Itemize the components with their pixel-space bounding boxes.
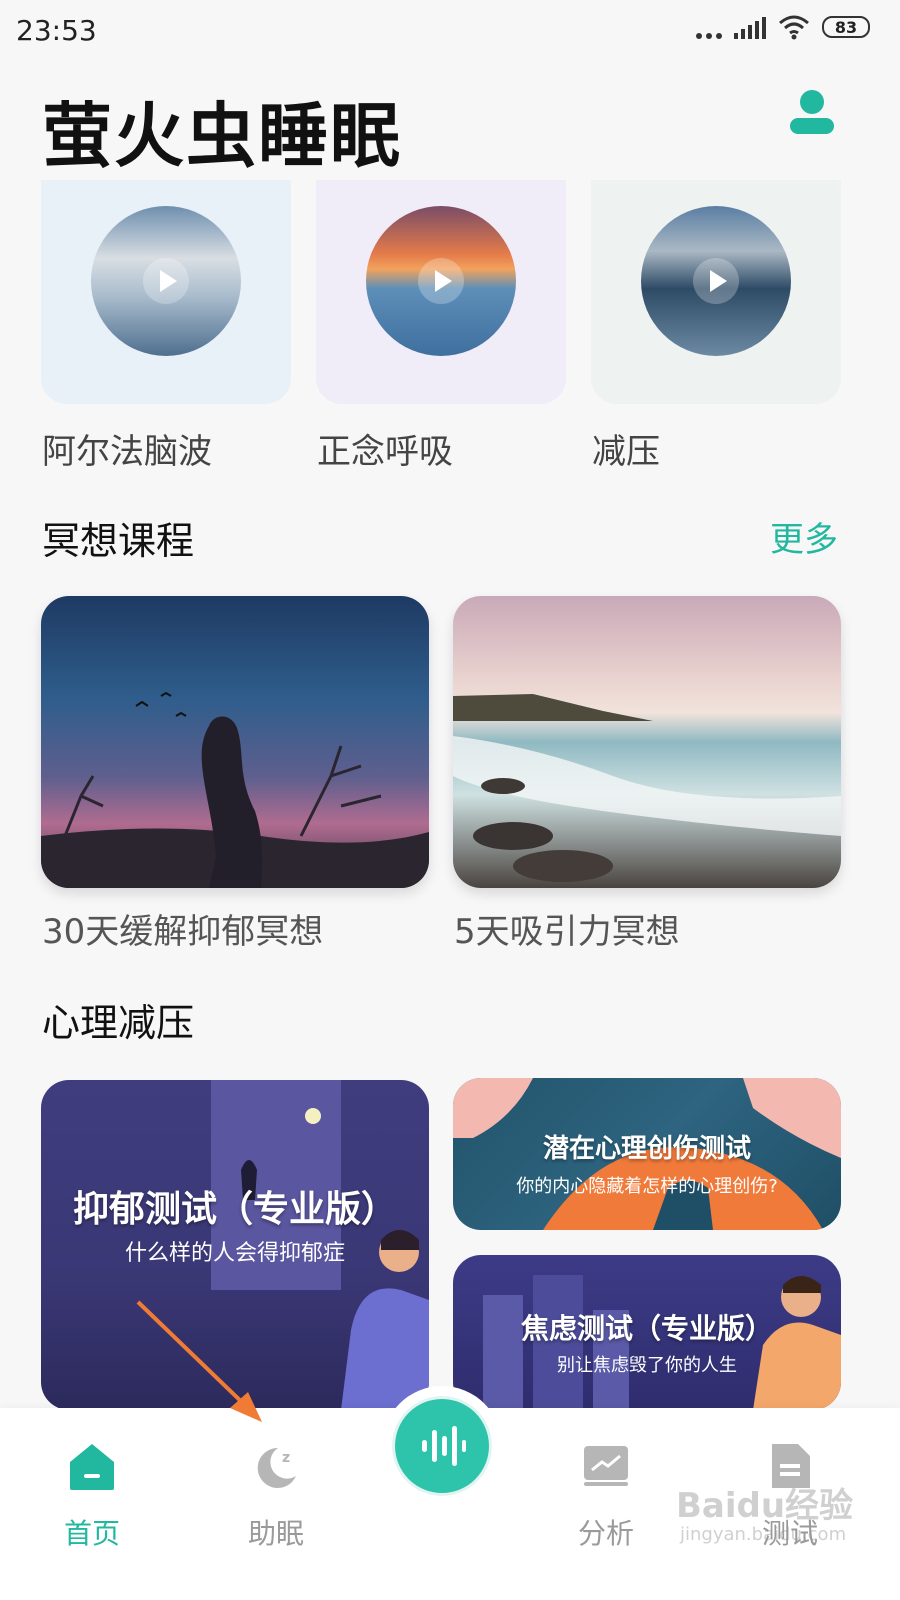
nav-label-home: 首页 [63, 1517, 120, 1550]
course-card-depression[interactable] [41, 596, 429, 888]
course-label-attraction: 5天吸引力冥想 [454, 912, 680, 952]
watermark-url: jingyan.baidu.com [680, 1524, 847, 1545]
sound-label-alpha: 阿尔法脑波 [42, 432, 212, 472]
nav-analysis[interactable]: 分析 [546, 1438, 666, 1552]
sound-cover-relax [641, 206, 791, 356]
test-subtitle-trauma: 你的内心隐藏着怎样的心理创伤? [516, 1176, 778, 1197]
test-card-anxiety[interactable]: 焦虑测试（专业版） 别让焦虑毁了你的人生 [453, 1255, 841, 1410]
status-time: 23:53 [16, 14, 97, 47]
svg-text:z: z [282, 1450, 290, 1466]
status-icons: 83 [696, 14, 870, 40]
course-label-depression: 30天缓解抑郁冥想 [42, 912, 324, 952]
more-link[interactable]: 更多 [770, 512, 838, 561]
test-card-trauma[interactable]: 潜在心理创伤测试 你的内心隐藏着怎样的心理创伤? [453, 1078, 841, 1230]
nav-label-sleep: 助眠 [247, 1517, 304, 1550]
sound-card-mindful[interactable] [316, 180, 566, 404]
play-icon[interactable] [143, 258, 189, 304]
more-dots-icon [696, 15, 722, 39]
psychology-section-title: 心理减压 [42, 1001, 195, 1045]
signal-icon [734, 15, 766, 39]
home-icon [70, 1444, 114, 1490]
annotation-arrow [136, 1300, 262, 1422]
sound-card-alpha[interactable] [41, 180, 291, 404]
sound-label-relax: 减压 [592, 432, 660, 472]
nav-home[interactable]: 首页 [32, 1438, 152, 1552]
test-title-trauma: 潜在心理创伤测试 [542, 1134, 751, 1164]
test-subtitle-anxiety: 别让焦虑毁了你的人生 [557, 1355, 737, 1376]
moon-sleep-icon: z [257, 1447, 296, 1488]
wifi-icon [779, 15, 809, 40]
sound-card-relax[interactable] [591, 180, 841, 404]
app-title: 萤火虫睡眠 [42, 95, 402, 177]
battery-indicator: 83 [822, 16, 870, 38]
sound-cover-mindful [366, 206, 516, 356]
play-icon[interactable] [418, 258, 464, 304]
watermark-logo: Baidu经验 [676, 1486, 854, 1526]
chart-icon [584, 1446, 628, 1486]
course-cover-attraction [453, 694, 841, 882]
sound-wave-icon [422, 1426, 466, 1466]
meditation-section-title: 冥想课程 [42, 519, 195, 563]
sound-cover-alpha [91, 206, 241, 356]
center-play-button[interactable] [386, 1390, 498, 1502]
nav-label-analysis: 分析 [577, 1517, 634, 1550]
profile-icon[interactable] [788, 88, 836, 138]
test-title-anxiety: 焦虑测试（专业版） [520, 1312, 773, 1345]
course-card-attraction[interactable] [453, 596, 841, 888]
sound-label-mindful: 正念呼吸 [317, 432, 453, 472]
course-cover-depression [41, 691, 429, 888]
nav-sleep[interactable]: z 助眠 [216, 1438, 336, 1552]
test-subtitle-depression: 什么样的人会得抑郁症 [124, 1241, 345, 1266]
test-title-depression: 抑郁测试（专业版） [72, 1189, 397, 1230]
play-icon[interactable] [693, 258, 739, 304]
